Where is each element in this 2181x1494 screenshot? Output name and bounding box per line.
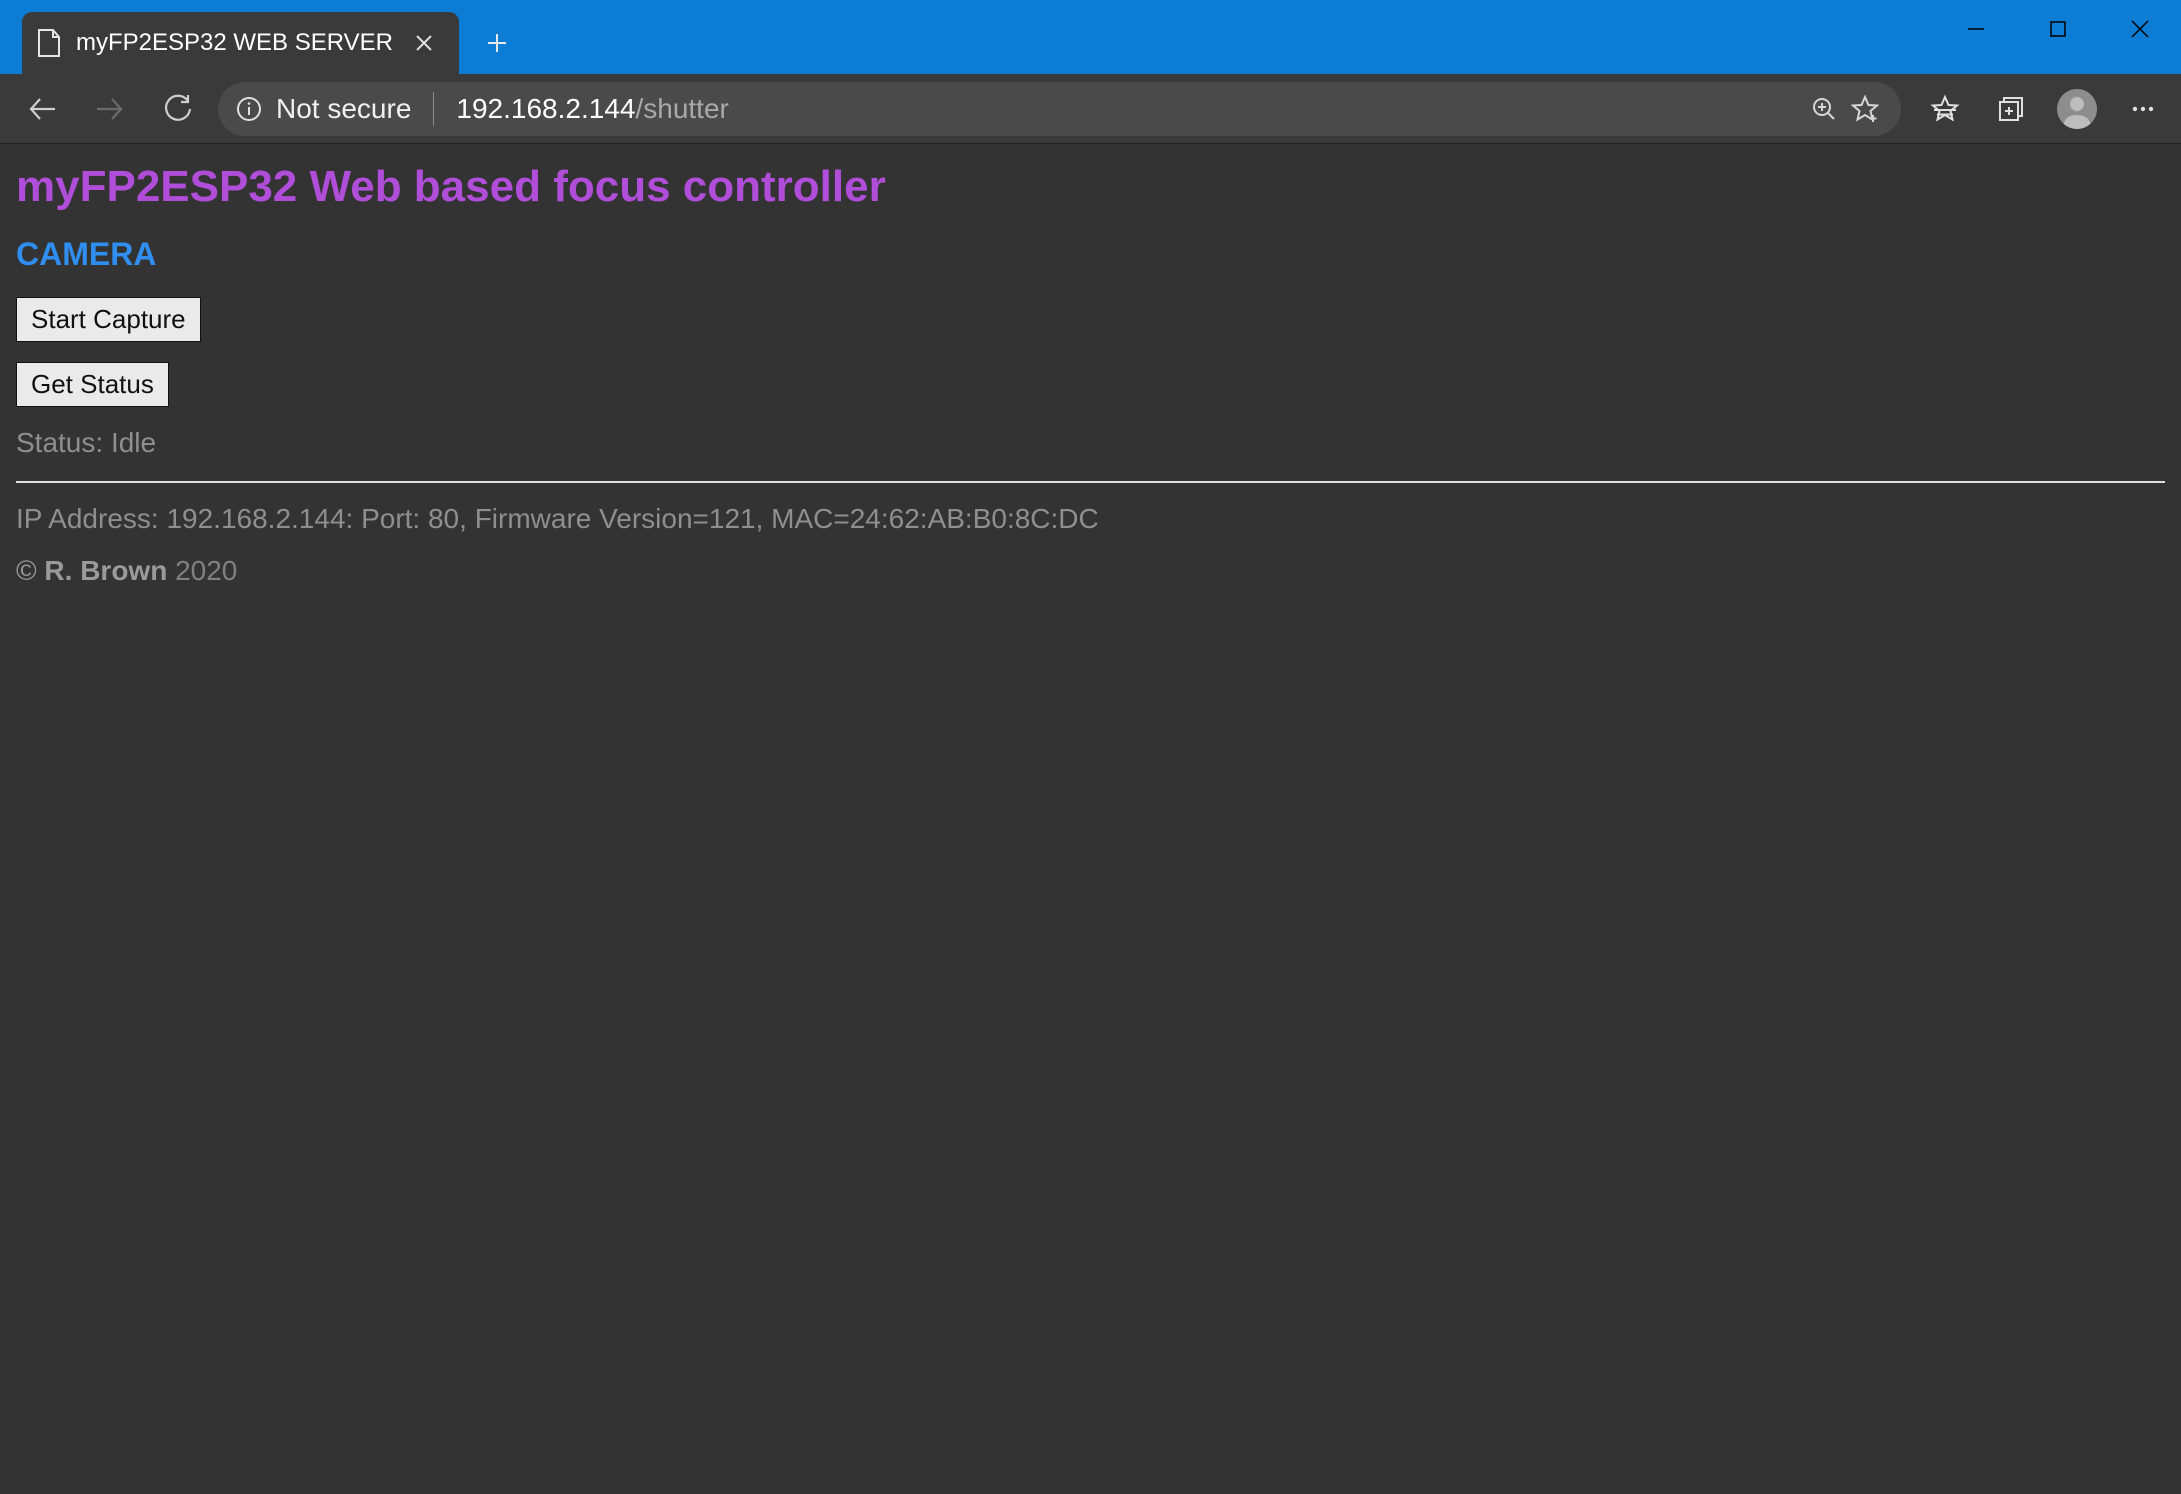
titlebar: myFP2ESP32 WEB SERVER <box>0 0 2181 74</box>
avatar-icon <box>2057 89 2097 129</box>
maximize-button[interactable] <box>2017 6 2099 52</box>
page-icon <box>36 28 62 58</box>
toolbar-right <box>1913 85 2167 133</box>
browser-window: myFP2ESP32 WEB SERVER <box>0 0 2181 1494</box>
author-name: R. Brown <box>44 555 167 586</box>
tabs-region: myFP2ESP32 WEB SERVER <box>0 0 523 74</box>
favorites-icon[interactable] <box>1921 85 1969 133</box>
button-row-2: Get Status <box>16 362 2165 407</box>
zoom-icon[interactable] <box>1811 96 1837 122</box>
window-controls <box>1935 0 2181 74</box>
tab-title: myFP2ESP32 WEB SERVER <box>76 29 393 57</box>
close-window-button[interactable] <box>2099 6 2181 52</box>
status-value: Idle <box>111 427 156 458</box>
forward-button[interactable] <box>82 81 138 137</box>
close-tab-icon[interactable] <box>407 26 441 60</box>
button-row-1: Start Capture <box>16 297 2165 342</box>
site-info-icon[interactable] <box>236 96 262 122</box>
address-separator <box>433 92 434 126</box>
divider <box>16 481 2165 483</box>
security-label: Not secure <box>276 93 411 125</box>
toolbar: Not secure 192.168.2.144/shutter <box>0 74 2181 144</box>
browser-tab[interactable]: myFP2ESP32 WEB SERVER <box>22 12 459 74</box>
add-favorite-icon[interactable] <box>1851 95 1879 123</box>
address-bar[interactable]: Not secure 192.168.2.144/shutter <box>218 82 1901 136</box>
copyright-line: © R. Brown 2020 <box>16 555 2165 587</box>
copyright-year: 2020 <box>175 555 237 586</box>
new-tab-button[interactable] <box>471 17 523 69</box>
url-host: 192.168.2.144 <box>456 93 635 124</box>
start-capture-button[interactable]: Start Capture <box>16 297 201 342</box>
url-display: 192.168.2.144/shutter <box>456 93 1797 125</box>
refresh-button[interactable] <box>150 81 206 137</box>
profile-avatar[interactable] <box>2053 85 2101 133</box>
copyright-symbol: © <box>16 555 37 586</box>
footer-info: IP Address: 192.168.2.144: Port: 80, Fir… <box>16 503 2165 535</box>
status-label: Status: <box>16 427 103 458</box>
page-heading: myFP2ESP32 Web based focus controller <box>16 162 2165 212</box>
url-path: /shutter <box>635 93 728 124</box>
get-status-button[interactable]: Get Status <box>16 362 169 407</box>
page-content: myFP2ESP32 Web based focus controller CA… <box>0 144 2181 1494</box>
minimize-button[interactable] <box>1935 6 2017 52</box>
section-heading: CAMERA <box>16 236 2165 273</box>
more-menu-icon[interactable] <box>2119 85 2167 133</box>
collections-icon[interactable] <box>1987 85 2035 133</box>
status-line: Status: Idle <box>16 427 2165 459</box>
back-button[interactable] <box>14 81 70 137</box>
